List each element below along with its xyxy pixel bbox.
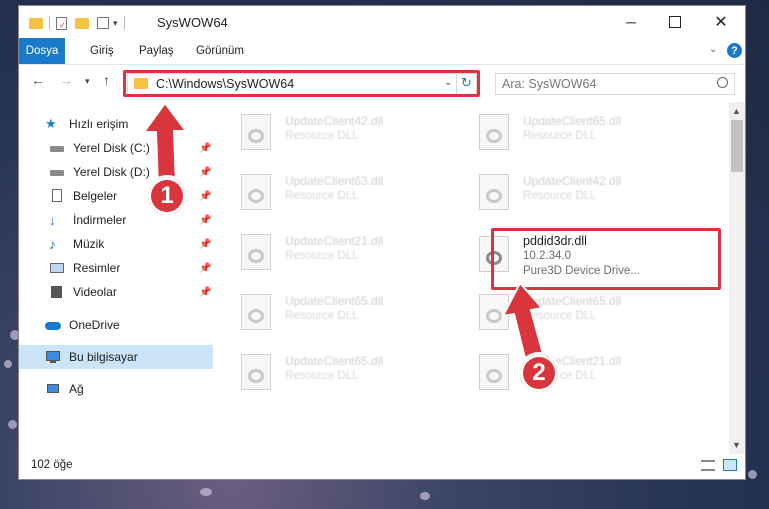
annotation-arrows bbox=[142, 101, 548, 372]
step-badge-1: 1 bbox=[146, 175, 188, 217]
step-badge-2: 2 bbox=[518, 352, 560, 394]
arrow-to-address bbox=[142, 101, 188, 188]
